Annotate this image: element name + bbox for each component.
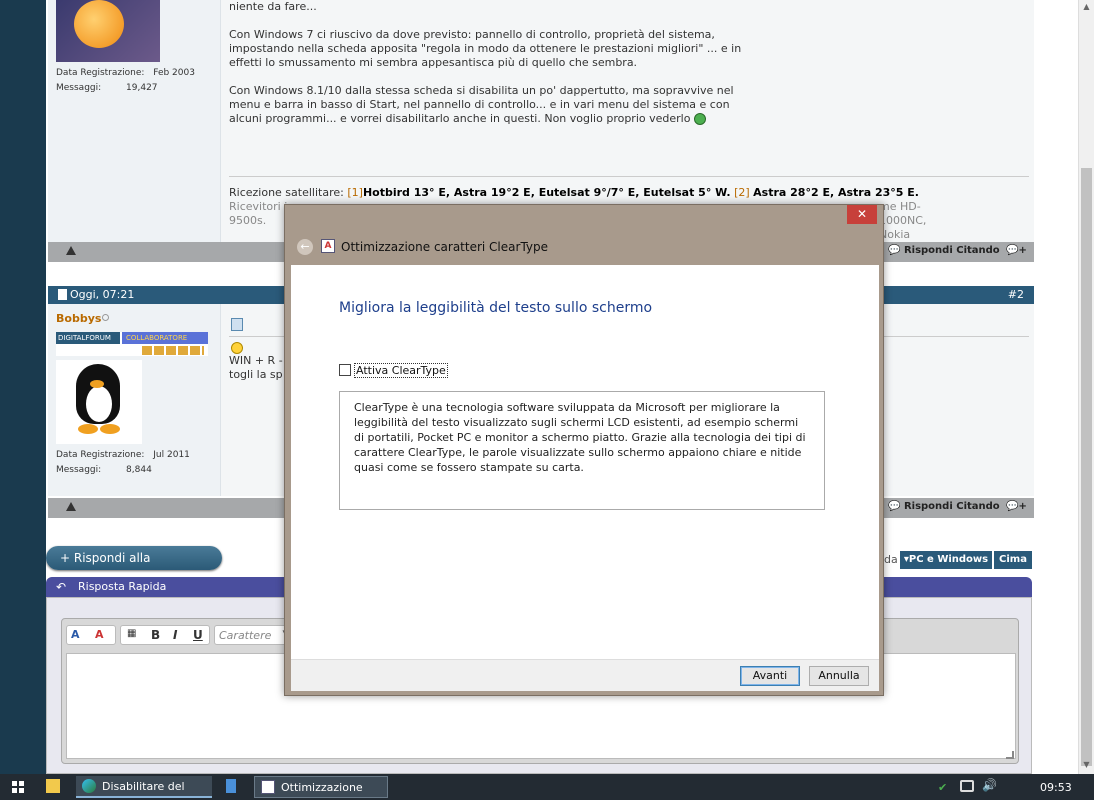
cancel-button[interactable]: Annulla xyxy=(809,666,869,686)
paste-icon[interactable]: ▦ xyxy=(127,628,136,639)
reply-quote-button[interactable]: 💬 Rispondi Citando xyxy=(888,501,1000,512)
scroll-up-icon[interactable]: ▲ xyxy=(1081,2,1092,14)
report-icon[interactable] xyxy=(66,502,76,511)
dialog-heading: Migliora la leggibilità del testo sullo … xyxy=(339,300,653,316)
nav-section-button[interactable]: ▾PC e Windows xyxy=(900,551,992,569)
reply-thread-button[interactable]: + Rispondi alla Discussione xyxy=(46,546,222,589)
scroll-down-icon[interactable]: ▼ xyxy=(1081,760,1092,772)
post-icon xyxy=(58,289,67,300)
smiley-icon xyxy=(693,113,706,125)
msg-value: 19,427 xyxy=(126,83,158,93)
edge-icon xyxy=(82,779,96,793)
reg-label: Data Registrazione: xyxy=(56,68,145,78)
toolbar-group-format: A A xyxy=(66,625,116,645)
smiley-icon xyxy=(231,342,243,354)
security-icon[interactable]: ✔ xyxy=(938,781,950,794)
avatar[interactable] xyxy=(56,0,160,62)
toolbar-group-style: ▦ B I U xyxy=(120,625,210,645)
cleartype-app-icon xyxy=(261,780,275,794)
font-select[interactable]: Carattere ▾ xyxy=(214,625,290,645)
next-button[interactable]: Avanti xyxy=(740,666,800,686)
italic-icon[interactable]: I xyxy=(173,628,177,642)
reg-value: Feb 2003 xyxy=(153,68,195,78)
dialog-footer: Avanti Annulla xyxy=(291,659,879,691)
user-rank-badge: DIGITALFORUM COLLABORATORE xyxy=(56,332,208,356)
close-button[interactable]: ✕ xyxy=(847,205,877,224)
post-1-user-panel: Data Registrazione: Feb 2003 Messaggi: 1… xyxy=(48,0,220,242)
post-2-user-panel: Bobbys DIGITALFORUM COLLABORATORE Data R… xyxy=(48,304,220,496)
underline-icon[interactable]: U xyxy=(193,628,203,642)
nav-top-button[interactable]: Cima xyxy=(994,551,1032,569)
post-1-text: niente da fare... Con Windows 7 ci riusc… xyxy=(229,0,742,125)
document-icon[interactable] xyxy=(220,776,246,798)
offline-status-icon xyxy=(102,314,109,321)
resize-grip-icon[interactable] xyxy=(1006,751,1014,759)
collapse-arrow-icon[interactable]: ↶ xyxy=(56,577,66,597)
dialog-content: Migliora la leggibilità del testo sullo … xyxy=(291,265,879,659)
cleartype-dialog: ✕ ← A Ottimizzazione caratteri ClearType… xyxy=(284,204,884,696)
quote-icon: 💬 xyxy=(888,501,901,512)
cleartype-checkbox[interactable] xyxy=(339,364,351,376)
rank-stars xyxy=(142,346,204,355)
cleartype-description: ClearType è una tecnologia software svil… xyxy=(339,391,825,510)
report-icon[interactable] xyxy=(66,246,76,255)
start-icon[interactable] xyxy=(12,781,24,793)
avatar[interactable] xyxy=(56,360,142,444)
bold-icon[interactable]: B xyxy=(151,628,160,642)
scroll-thumb[interactable] xyxy=(1081,168,1092,766)
signature-separator xyxy=(229,176,1029,177)
cleartype-app-icon: A xyxy=(321,239,335,253)
post-number[interactable]: #2 xyxy=(1008,288,1024,301)
username[interactable]: Bobbys xyxy=(56,312,101,325)
breadcrumb-tail: da xyxy=(884,553,898,566)
dialog-titlebar: ← A Ottimizzazione caratteri ClearType xyxy=(291,229,879,265)
font-color-icon[interactable]: A xyxy=(95,628,104,641)
msg-label: Messaggi: xyxy=(56,83,102,93)
multiquote-icon[interactable]: 💬+ xyxy=(1006,501,1027,512)
reply-quote-button[interactable]: 💬 Rispondi Citando xyxy=(888,245,1000,256)
taskbar-cleartype[interactable]: Ottimizzazione caratt... xyxy=(254,776,388,798)
taskbar-browser[interactable]: Disabilitare del tutto ... xyxy=(76,776,212,798)
quote-icon: 💬 xyxy=(888,245,901,256)
clock[interactable]: 09:53 xyxy=(1040,781,1072,794)
font-size-icon[interactable]: A xyxy=(71,628,80,641)
multiquote-icon[interactable]: 💬+ xyxy=(1006,245,1027,256)
taskbar: Disabilitare del tutto ... Ottimizzazion… xyxy=(0,774,1094,800)
post-date: Oggi, 07:21 xyxy=(70,288,135,301)
network-icon[interactable] xyxy=(960,780,974,792)
cleartype-checkbox-label[interactable]: Attiva ClearType xyxy=(354,363,448,378)
back-arrow-icon[interactable]: ← xyxy=(297,239,313,255)
post-icon xyxy=(231,318,243,331)
dialog-title: Ottimizzazione caratteri ClearType xyxy=(341,240,548,254)
volume-icon[interactable]: 🔊 xyxy=(982,778,997,792)
file-explorer-icon[interactable] xyxy=(40,776,68,798)
